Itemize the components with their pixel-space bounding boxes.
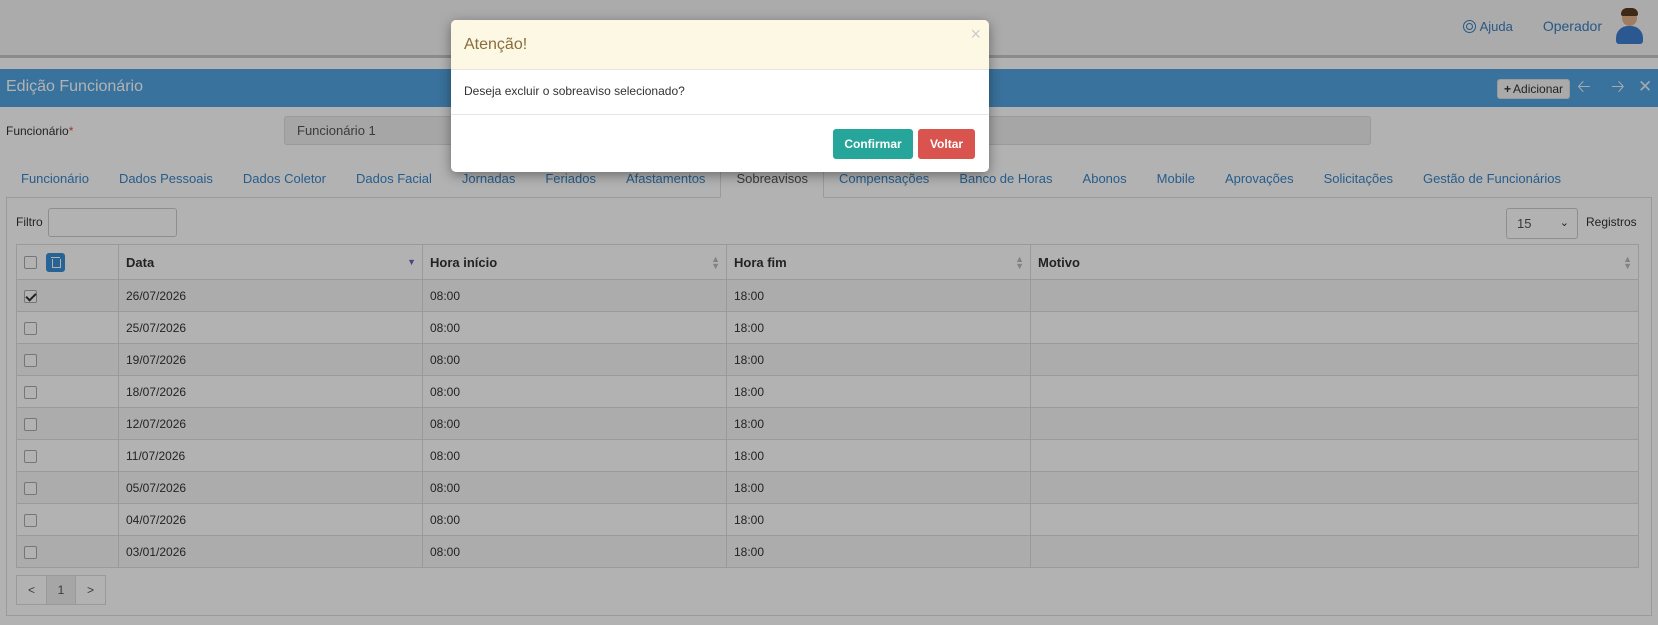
dialog-title: Atenção!	[464, 36, 528, 53]
back-button[interactable]: Voltar	[918, 129, 975, 159]
confirm-dialog: Atenção! × Deseja excluir o sobreaviso s…	[451, 20, 989, 172]
confirm-button[interactable]: Confirmar	[833, 129, 913, 159]
dialog-message: Deseja excluir o sobreaviso selecionado?	[451, 70, 989, 115]
close-icon[interactable]: ×	[970, 24, 981, 45]
dialog-header: Atenção! ×	[451, 20, 989, 70]
dialog-footer: Confirmar Voltar	[451, 115, 989, 172]
